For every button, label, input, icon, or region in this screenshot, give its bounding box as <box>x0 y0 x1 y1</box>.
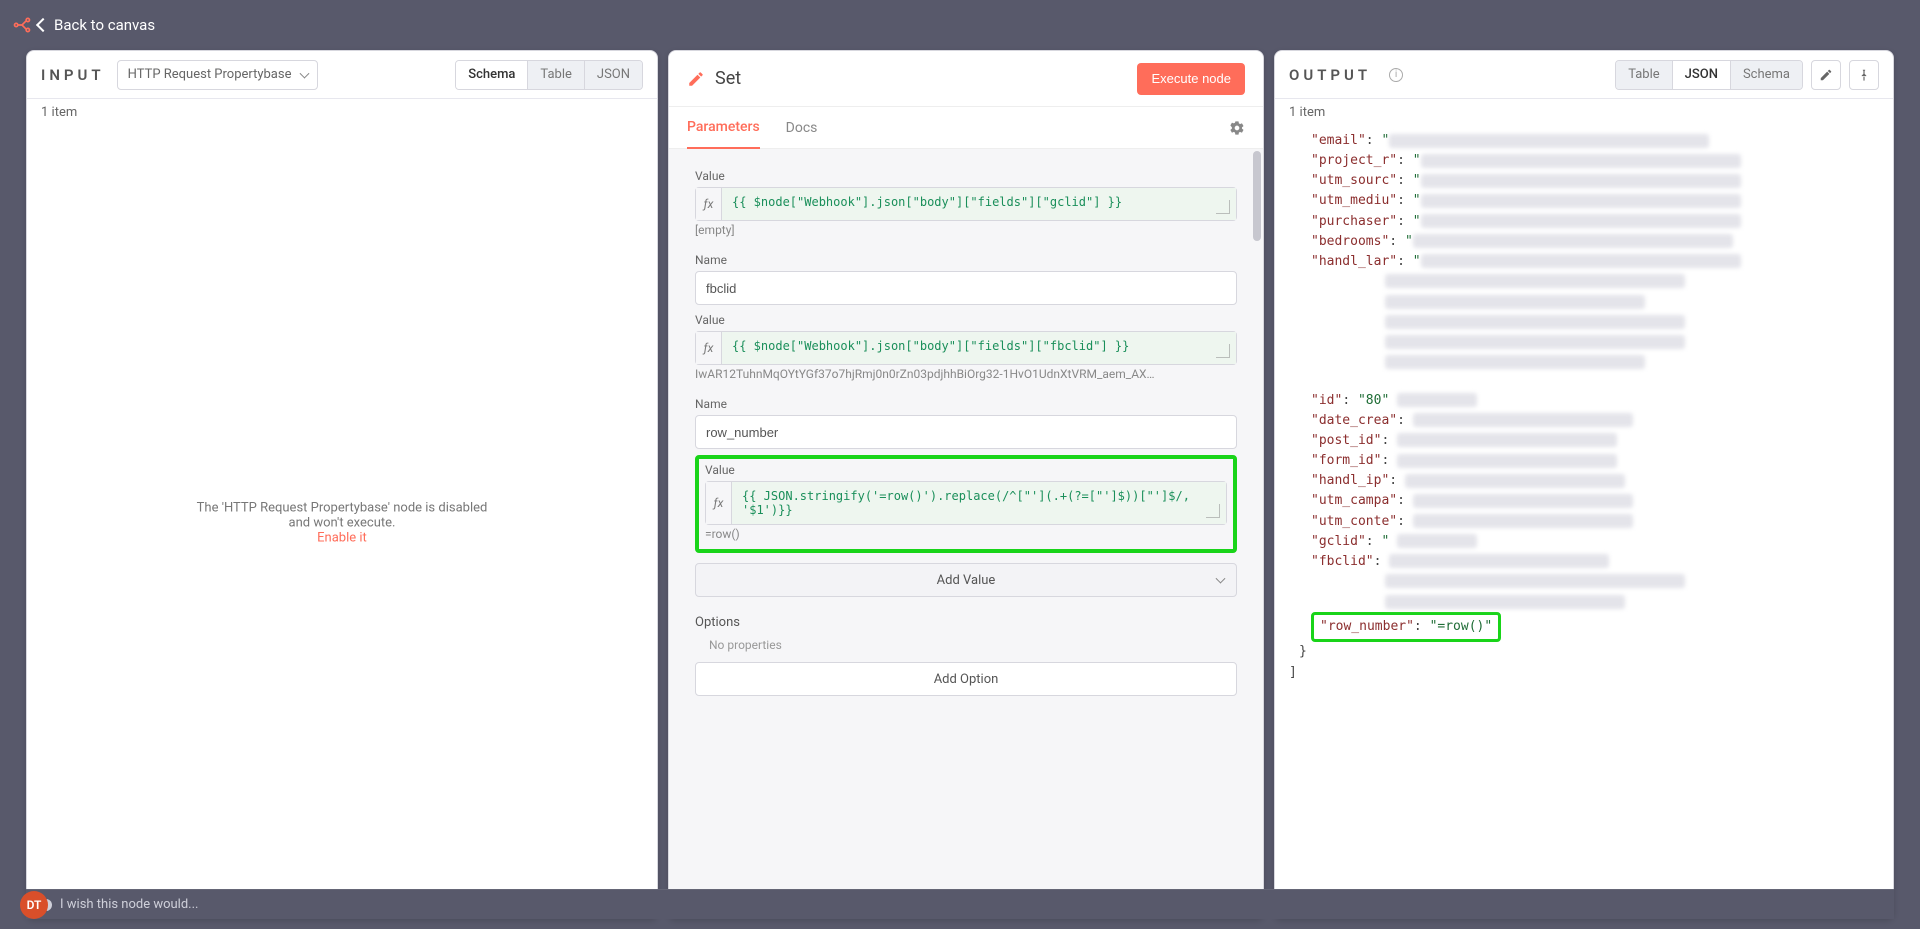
field-name-label-1: Name <box>695 253 1237 267</box>
expression-input-rownumber[interactable]: ƒx {{ JSON.stringify('=row()').replace(/… <box>705 481 1227 525</box>
input-source-select-value: HTTP Request Propertybase <box>128 67 292 82</box>
input-item-count: 1 item <box>27 99 657 127</box>
expression-hint-2: =row() <box>705 527 1227 541</box>
expression-text-fbclid: {{ $node["Webhook"].json["body"]["fields… <box>722 332 1236 364</box>
expand-icon[interactable] <box>1206 504 1220 518</box>
add-value-button[interactable]: Add Value <box>695 563 1237 597</box>
info-icon[interactable]: i <box>1389 68 1403 82</box>
gear-icon[interactable] <box>1229 120 1245 136</box>
expression-text-gclid: {{ $node["Webhook"].json["body"]["fields… <box>722 188 1236 220</box>
field-value-label-2: Value <box>705 463 1227 477</box>
output-title: OUTPUT <box>1289 66 1371 84</box>
enable-node-link[interactable]: Enable it <box>317 530 367 545</box>
output-panel: OUTPUT i Table JSON Schema 1 item "email… <box>1274 50 1894 919</box>
input-panel: INPUT HTTP Request Propertybase Schema T… <box>26 50 658 919</box>
input-title: INPUT <box>41 66 105 84</box>
arrow-left-icon <box>36 18 50 32</box>
node-settings-panel: Set Execute node Parameters Docs Value ƒ… <box>668 50 1264 919</box>
input-tab-schema[interactable]: Schema <box>456 61 527 89</box>
tab-docs[interactable]: Docs <box>786 107 818 148</box>
expression-text-rownumber: {{ JSON.stringify('=row()').replace(/^["… <box>732 482 1226 524</box>
input-tab-table[interactable]: Table <box>527 61 583 89</box>
input-disabled-message: The 'HTTP Request Propertybase' node is … <box>185 500 500 545</box>
edit-output-button[interactable] <box>1811 60 1841 90</box>
center-scrollbar[interactable] <box>1251 151 1261 898</box>
scrollbar-thumb[interactable] <box>1253 151 1261 241</box>
fx-icon: ƒx <box>696 188 722 220</box>
output-view-tabs: Table JSON Schema <box>1615 60 1803 90</box>
output-json: "email": ""project_r": ""utm_sourc": ""u… <box>1289 127 1879 683</box>
output-item-count: 1 item <box>1275 99 1893 127</box>
expand-icon[interactable] <box>1216 344 1230 358</box>
fx-icon: ƒx <box>696 332 722 364</box>
expression-input-fbclid[interactable]: ƒx {{ $node["Webhook"].json["body"]["fie… <box>695 331 1237 365</box>
output-tab-json[interactable]: JSON <box>1672 61 1730 89</box>
field-value-label-0: Value <box>695 169 1237 183</box>
input-source-select[interactable]: HTTP Request Propertybase <box>117 60 319 90</box>
feedback-bar[interactable]: I wish this node would... <box>1274 889 1894 919</box>
input-view-tabs: Schema Table JSON <box>455 60 643 90</box>
node-title: Set <box>715 68 741 89</box>
back-to-canvas-link[interactable]: Back to canvas <box>38 16 155 34</box>
expression-hint-0: [empty] <box>695 223 1237 237</box>
chevron-down-icon <box>1216 574 1226 584</box>
edit-icon <box>687 70 705 88</box>
output-tab-schema[interactable]: Schema <box>1730 61 1802 89</box>
tab-parameters[interactable]: Parameters <box>687 107 760 149</box>
avatar[interactable]: DT <box>20 891 48 919</box>
output-tab-table[interactable]: Table <box>1616 61 1671 89</box>
field-value-label-1: Value <box>695 313 1237 327</box>
no-properties-text: No properties <box>695 638 1237 652</box>
name-input-fbclid[interactable] <box>695 271 1237 305</box>
highlighted-value-block: Value ƒx {{ JSON.stringify('=row()').rep… <box>695 455 1237 553</box>
options-section-label: Options <box>695 615 1237 630</box>
logo-icon <box>10 13 34 37</box>
execute-node-button[interactable]: Execute node <box>1137 63 1245 95</box>
name-input-rownumber[interactable] <box>695 415 1237 449</box>
back-to-canvas-label: Back to canvas <box>54 16 155 34</box>
add-option-button[interactable]: Add Option <box>695 662 1237 696</box>
input-tab-json[interactable]: JSON <box>584 61 642 89</box>
pin-output-button[interactable] <box>1849 60 1879 90</box>
fx-icon: ƒx <box>706 482 732 524</box>
expand-icon[interactable] <box>1216 200 1230 214</box>
expression-hint-1: IwAR12TuhnMqOYtYGf37o7hjRmj0n0rZn03pdjhh… <box>695 367 1237 381</box>
expression-input-gclid[interactable]: ƒx {{ $node["Webhook"].json["body"]["fie… <box>695 187 1237 221</box>
field-name-label-2: Name <box>695 397 1237 411</box>
